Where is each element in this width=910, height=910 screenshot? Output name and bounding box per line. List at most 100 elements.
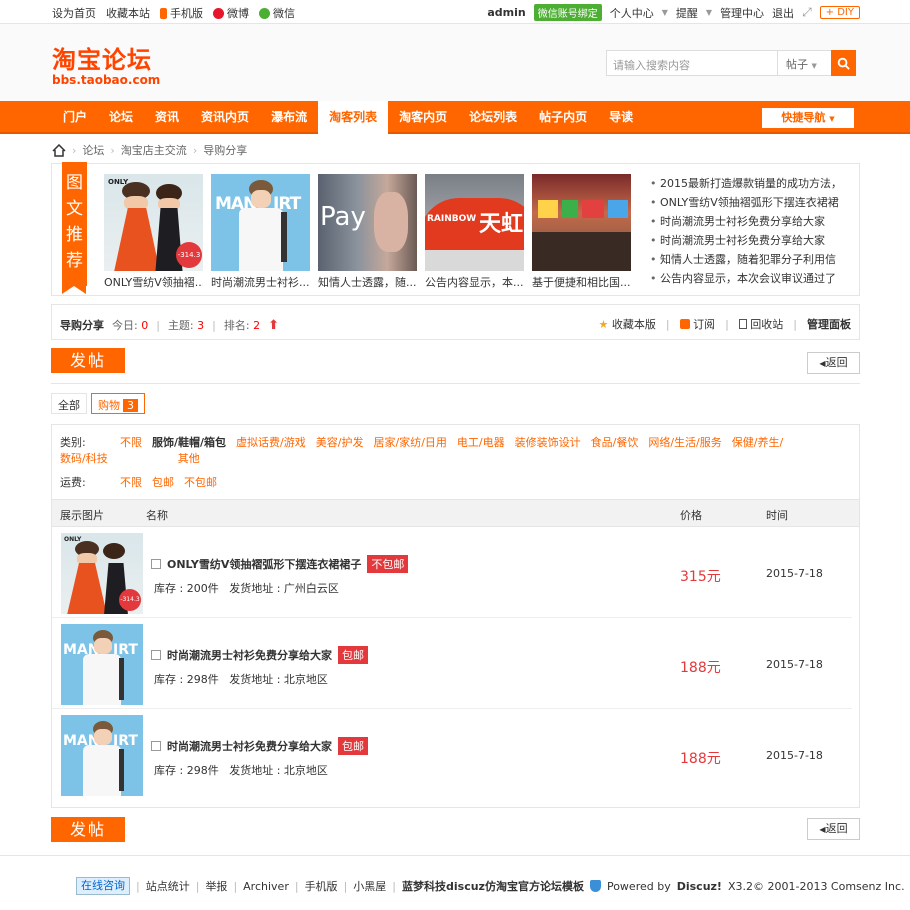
recommend-pic[interactable]: Pay 知情人士透露，随... <box>318 174 417 290</box>
brand-link[interactable]: 蓝梦科技discuz仿淘宝官方论坛模板 <box>402 878 584 894</box>
quick-nav-button[interactable]: 快捷导航 ▼ <box>762 108 854 128</box>
shipping-badge: 包邮 <box>338 646 368 664</box>
row-checkbox[interactable] <box>151 559 161 569</box>
bookmark-link[interactable]: 收藏本站 <box>106 5 150 21</box>
menu-admin[interactable]: 管理中心 <box>720 5 764 21</box>
goods-title[interactable]: ONLY雪纺V领抽褶弧形下摆连衣裙裙子 <box>167 556 361 572</box>
weibo-link[interactable]: 微博 <box>213 5 249 21</box>
online-consult-button[interactable]: 在线咨询 <box>76 877 130 895</box>
search-input[interactable]: 请输入搜索内容 <box>613 57 690 73</box>
admin-panel-button[interactable]: 管理面板 <box>807 316 851 332</box>
recommend-pic[interactable]: 基于便捷和相比国... <box>532 174 631 290</box>
breadcrumb-current[interactable]: 导购分享 <box>203 142 247 158</box>
header: 淘宝论坛 bbs.taobao.com 请输入搜索内容 帖子 ▼ <box>0 24 910 101</box>
cat-option[interactable]: 网络/生活/服务 <box>648 434 721 450</box>
row-checkbox[interactable] <box>151 650 161 660</box>
pay-image: Pay <box>318 174 417 271</box>
footer-link[interactable]: 手机版 <box>305 878 338 894</box>
nav-forum-list[interactable]: 论坛列表 <box>458 101 528 134</box>
category-filter: 类别: 不限 服饰/鞋帽/箱包 虚拟话费/游戏 美容/护发 居家/家纺/日用 电… <box>60 434 784 466</box>
cat-option[interactable]: 居家/家纺/日用 <box>373 434 446 450</box>
goods-title[interactable]: 时尚潮流男士衬衫免费分享给大家 <box>167 738 332 754</box>
forum-info-bar: 导购分享 今日: 0 | 主题: 3 | 排名: 2 ⬆ ★ 收藏本版 | 订阅… <box>51 304 860 340</box>
tab-all[interactable]: 全部 <box>51 393 87 414</box>
list-item[interactable]: 时尚潮流男士衬衫免费分享给大家 <box>650 212 855 231</box>
recommend-pic[interactable]: RAINBOW 天虹 公告内容显示，本... <box>425 174 524 290</box>
footer-link[interactable]: 举报 <box>205 878 227 894</box>
cat-option[interactable]: 数码/科技 <box>60 450 108 466</box>
breadcrumb-board[interactable]: 淘宝店主交流 <box>121 142 187 158</box>
nav-thread-detail[interactable]: 帖子内页 <box>528 101 598 134</box>
arrow-up-icon: ⬆ <box>268 317 279 333</box>
nav-taoke-detail[interactable]: 淘客内页 <box>388 101 458 134</box>
logo[interactable]: 淘宝论坛 bbs.taobao.com <box>52 40 160 87</box>
cat-option[interactable]: 装修装饰设计 <box>515 434 581 450</box>
row-checkbox[interactable] <box>151 741 161 751</box>
nav-guide[interactable]: 导读 <box>598 101 644 134</box>
favorite-board-button[interactable]: ★ 收藏本版 <box>598 316 655 332</box>
list-item[interactable]: 2015最新打造爆款销量的成功方法， <box>650 174 855 193</box>
diy-button[interactable]: + DIY <box>819 6 860 19</box>
post-button[interactable]: 发帖 <box>51 817 125 842</box>
chevron-right-icon: › <box>192 143 198 157</box>
recommend-pic[interactable]: MAN IRT 时尚潮流男士衬衫... <box>211 174 310 290</box>
footer-link[interactable]: 站点统计 <box>146 878 190 894</box>
menu-profile[interactable]: 个人中心 <box>610 5 654 21</box>
cat-option[interactable]: 美容/护发 <box>316 434 364 450</box>
username-link[interactable]: admin <box>487 6 525 19</box>
goods-date: 2015-7-18 <box>766 658 823 671</box>
weixin-link[interactable]: 微信 <box>259 5 295 21</box>
tab-shop[interactable]: 购物 3 <box>91 393 145 414</box>
divider <box>51 383 860 384</box>
list-item[interactable]: 公告内容显示，本次会议审议通过了 <box>650 269 855 288</box>
footer-link[interactable]: Archiver <box>243 880 289 893</box>
rank-value: 2 <box>253 319 261 332</box>
nav-forum[interactable]: 论坛 <box>98 101 144 134</box>
cat-option[interactable]: 虚拟话费/游戏 <box>236 434 306 450</box>
ship-option[interactable]: 不限 <box>120 474 142 490</box>
nav-news-detail[interactable]: 资讯内页 <box>190 101 260 134</box>
mobile-link[interactable]: 手机版 <box>160 5 203 21</box>
col-time: 时间 <box>766 509 788 522</box>
home-icon[interactable] <box>52 143 66 157</box>
subscribe-button[interactable]: 订阅 <box>679 316 715 332</box>
recycle-bin-button[interactable]: 回收站 <box>738 316 783 332</box>
shipping-badge: 包邮 <box>338 737 368 755</box>
cat-option[interactable]: 其他 <box>178 450 200 466</box>
ship-option[interactable]: 包邮 <box>152 474 174 490</box>
nav-news[interactable]: 资讯 <box>144 101 190 134</box>
cat-option[interactable]: 食品/餐饮 <box>591 434 639 450</box>
search-button[interactable] <box>831 50 856 76</box>
list-item[interactable]: 时尚潮流男士衬衫免费分享给大家 <box>650 231 855 250</box>
shirt-thumb[interactable]: MAN IRT <box>61 715 143 796</box>
set-home-link[interactable]: 设为首页 <box>52 5 96 21</box>
nav-taoke-list[interactable]: 淘客列表 <box>318 101 389 136</box>
expand-icon[interactable]: ⤢ <box>802 5 812 20</box>
cat-option[interactable]: 不限 <box>120 434 142 450</box>
wx-bind-button[interactable]: 微信账号绑定 <box>533 4 602 21</box>
discuz-link[interactable]: Discuz! <box>677 880 722 893</box>
cat-option[interactable]: 电工/电器 <box>457 434 505 450</box>
nav-waterfall[interactable]: 瀑布流 <box>260 101 318 134</box>
post-button[interactable]: 发帖 <box>51 348 125 373</box>
search-type-select[interactable]: 帖子 ▼ <box>777 51 827 75</box>
table-row: MAN IRT 时尚潮流男士衬衫免费分享给大家 包邮 库存 : 298件 发货地址… <box>52 618 852 709</box>
search-icon <box>837 57 850 70</box>
breadcrumb-forum[interactable]: 论坛 <box>82 142 104 158</box>
dress-thumb[interactable]: -314.3 ONLY <box>61 533 143 614</box>
ship-option[interactable]: 不包邮 <box>184 474 217 490</box>
back-button[interactable]: ◀返回 <box>807 818 860 840</box>
back-button[interactable]: ◀返回 <box>807 352 860 374</box>
goods-title[interactable]: 时尚潮流男士衬衫免费分享给大家 <box>167 647 332 663</box>
cat-option[interactable]: 服饰/鞋帽/箱包 <box>152 434 226 450</box>
menu-notify[interactable]: 提醒 <box>676 5 698 21</box>
recommend-pic[interactable]: -314.3 ONLY ONLY雪纺V领抽褶... <box>104 174 203 290</box>
nav-portal[interactable]: 门户 <box>52 101 98 134</box>
list-item[interactable]: ONLY雪纺V领抽褶弧形下摆连衣裙裙 <box>650 193 855 212</box>
list-item[interactable]: 知情人士透露，随着犯罪分子利用信 <box>650 250 855 269</box>
goods-date: 2015-7-18 <box>766 749 823 762</box>
cat-option[interactable]: 保健/养生/ <box>732 434 783 450</box>
menu-logout[interactable]: 退出 <box>772 5 794 21</box>
footer-link[interactable]: 小黑屋 <box>353 878 386 894</box>
shirt-thumb[interactable]: MAN IRT <box>61 624 143 705</box>
